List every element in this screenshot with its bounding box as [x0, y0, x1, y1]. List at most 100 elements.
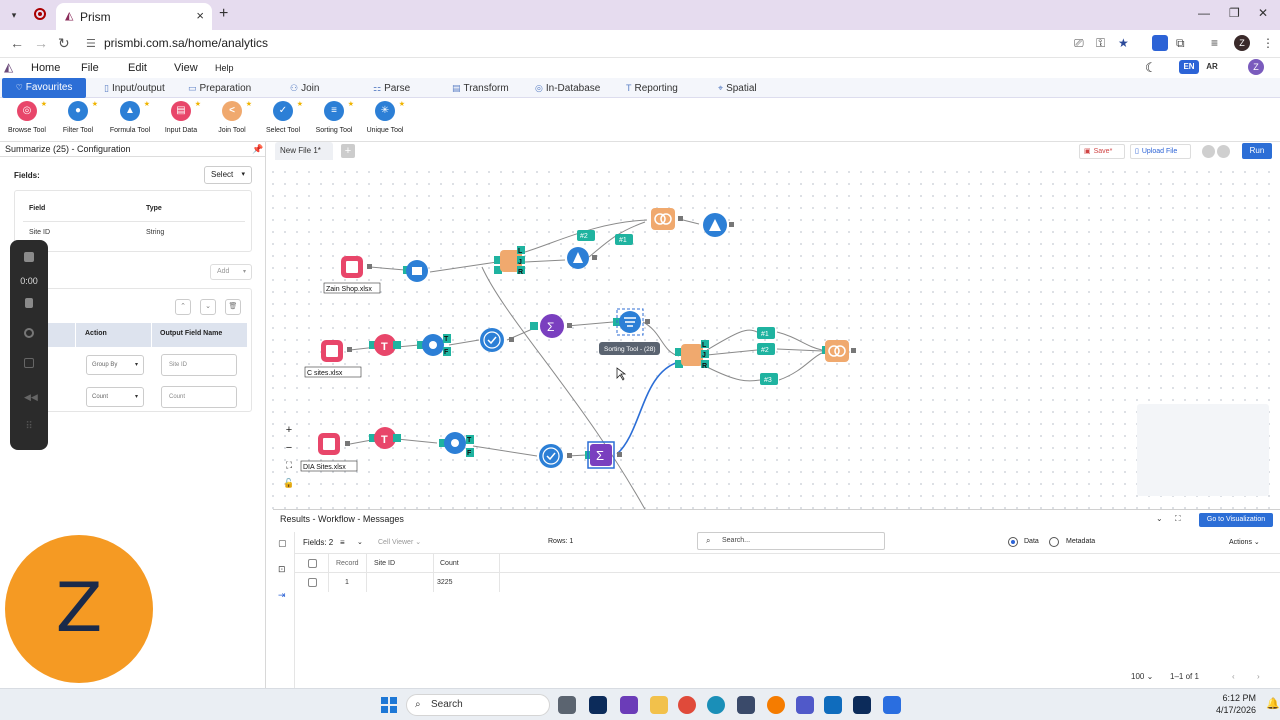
zoom-out-icon[interactable]: −	[281, 442, 297, 460]
teams-app-icon[interactable]	[620, 696, 638, 714]
metadata-radio[interactable]	[1049, 537, 1059, 547]
input-node[interactable]	[318, 433, 350, 455]
filter-node[interactable]: T F	[439, 432, 474, 457]
fit-view-icon[interactable]: ⛶	[281, 460, 297, 478]
select-tool[interactable]: ✓ ★ Select Tool	[257, 101, 309, 141]
taskbar-search[interactable]: ⌕ Search	[406, 694, 550, 716]
tab-spatial[interactable]: ⌖ Spatial	[718, 78, 757, 98]
minimap[interactable]	[1137, 404, 1269, 496]
select-node[interactable]	[539, 444, 572, 468]
expand-icon[interactable]: ⛶	[1175, 514, 1181, 524]
new-tab-button[interactable]: +	[219, 5, 228, 23]
row-checkbox[interactable]	[308, 578, 317, 587]
join-tool[interactable]: < ★ Join Tool	[206, 101, 258, 141]
windows-start-icon[interactable]	[381, 697, 397, 713]
input-node[interactable]	[341, 256, 372, 278]
filter-node[interactable]: T F	[417, 334, 451, 356]
window-close-icon[interactable]: ✕	[1258, 6, 1268, 20]
select-node[interactable]	[480, 328, 514, 352]
summarize-node[interactable]: Σ	[530, 314, 572, 338]
install-app-icon[interactable]: ⎚	[1074, 36, 1084, 51]
tab-input-output[interactable]: ▯ Input/output	[104, 78, 165, 98]
browser-menu-icon[interactable]: ⋮	[1262, 36, 1274, 50]
powershell-app-icon[interactable]	[853, 696, 871, 714]
menu-edit[interactable]: Edit	[128, 62, 147, 74]
go-to-visualization-button[interactable]: Go to Visualization	[1199, 513, 1273, 527]
pause-icon[interactable]	[25, 298, 33, 308]
draw-app-icon[interactable]	[767, 696, 785, 714]
tab-in-database[interactable]: ◎ In-Database	[535, 78, 600, 98]
output-field-input[interactable]: Count	[161, 386, 237, 408]
collapse-chevron-icon[interactable]: ⌄	[1156, 514, 1163, 523]
notification-bell-icon[interactable]: 🔔	[1266, 697, 1280, 710]
page-size-select[interactable]: 100 ⌄	[1131, 672, 1153, 681]
select-all-checkbox[interactable]	[308, 559, 317, 568]
back-icon[interactable]: ←	[10, 35, 24, 51]
bookmark-star-icon[interactable]: ★	[1118, 36, 1129, 50]
union-node[interactable]	[651, 208, 683, 230]
join-node[interactable]: L J R	[675, 340, 709, 370]
lang-en-button[interactable]: EN	[1179, 60, 1199, 74]
output-field-input[interactable]: Site ID	[161, 354, 237, 376]
browse-node[interactable]	[403, 260, 428, 282]
close-tab-icon[interactable]: ×	[196, 8, 204, 23]
restore-icon[interactable]: ❐	[1229, 6, 1240, 20]
filter-lines-icon[interactable]: ≡	[340, 538, 345, 547]
tab-favourites[interactable]: ♡ Favourites	[2, 78, 86, 98]
export-icon[interactable]: ⇥	[278, 590, 286, 601]
actions-dropdown[interactable]: Actions ⌄	[1229, 538, 1260, 546]
action-dropdown[interactable]: Count ▾	[86, 387, 144, 407]
tab-preparation[interactable]: ▭ Preparation	[188, 78, 251, 98]
move-down-icon[interactable]: ⌄	[200, 299, 216, 315]
chrome-app-icon[interactable]	[678, 696, 696, 714]
tab-join[interactable]: ⚇ Join	[290, 78, 319, 98]
sorting-tool[interactable]: ≡ ★ Sorting Tool	[308, 101, 360, 141]
sorting-node[interactable]	[613, 308, 650, 336]
notepad-app-icon[interactable]	[883, 696, 901, 714]
cell-viewer-dropdown[interactable]: Cell Viewer ⌄	[378, 538, 421, 546]
formula-node[interactable]	[567, 247, 597, 269]
tab-parse[interactable]: ⚏ Parse	[373, 78, 410, 98]
next-page-icon[interactable]: ›	[1257, 672, 1260, 681]
browse-tool[interactable]: ◎ ★ Browse Tool	[1, 101, 53, 141]
workflow-canvas[interactable]: New File 1* + ▣Save* ▯Upload File Run	[267, 142, 1280, 509]
extensions-puzzle-icon[interactable]: ⧉	[1176, 36, 1185, 51]
count-cell[interactable]: 3225	[437, 579, 453, 586]
browser-tab[interactable]: ◭ Prism ×	[56, 3, 212, 30]
text-input-node[interactable]: T	[369, 427, 401, 449]
prev-page-icon[interactable]: ‹	[1232, 672, 1235, 681]
outlook-app-icon[interactable]	[824, 696, 842, 714]
trash-icon[interactable]	[24, 358, 34, 368]
select-dropdown[interactable]: Select ▾	[204, 166, 252, 184]
menu-view[interactable]: View	[174, 62, 198, 74]
terminal-app-icon[interactable]	[589, 696, 607, 714]
results-search-input[interactable]: ⌕ Search...	[697, 532, 885, 550]
filter-tool[interactable]: ● ★ Filter Tool	[52, 101, 104, 141]
add-button[interactable]: Add ▾	[210, 264, 252, 280]
url-field[interactable]: prismbi.com.sa/home/analytics	[104, 36, 268, 50]
action-dropdown[interactable]: Group By ▾	[86, 355, 144, 375]
profile-avatar[interactable]: Z	[1234, 35, 1250, 51]
join-node[interactable]: L J R	[494, 246, 525, 276]
menu-file[interactable]: File	[81, 62, 99, 74]
tab-search-icon[interactable]: ▾	[6, 7, 22, 23]
task-view-icon[interactable]	[558, 696, 576, 714]
menu-help[interactable]: Help	[215, 63, 234, 73]
move-up-icon[interactable]: ⌃	[175, 299, 191, 315]
dark-mode-icon[interactable]: ☾	[1145, 60, 1157, 76]
lock-icon[interactable]: 🔓	[281, 478, 297, 496]
password-key-icon[interactable]: ⚿	[1096, 36, 1105, 51]
chevron-down-icon[interactable]: ⌄	[357, 538, 363, 546]
formula-tool[interactable]: ▲ ★ Formula Tool	[104, 101, 156, 141]
zoom-in-icon[interactable]: +	[281, 424, 297, 442]
site-id-column-header[interactable]: Site ID	[374, 560, 395, 567]
input-data-tool[interactable]: ▤ ★ Input Data	[155, 101, 207, 141]
lang-ar-button[interactable]: AR	[1202, 60, 1222, 74]
teams-chat-icon[interactable]	[796, 696, 814, 714]
reload-icon[interactable]: ↻	[58, 35, 70, 52]
pin-icon[interactable]: 📌	[252, 144, 263, 155]
tab-transform[interactable]: ▤ Transform	[452, 78, 509, 98]
minimize-icon[interactable]: —	[1198, 6, 1210, 20]
delete-icon[interactable]: 🗑	[225, 299, 241, 315]
reading-list-icon[interactable]: ≡	[1211, 36, 1218, 50]
